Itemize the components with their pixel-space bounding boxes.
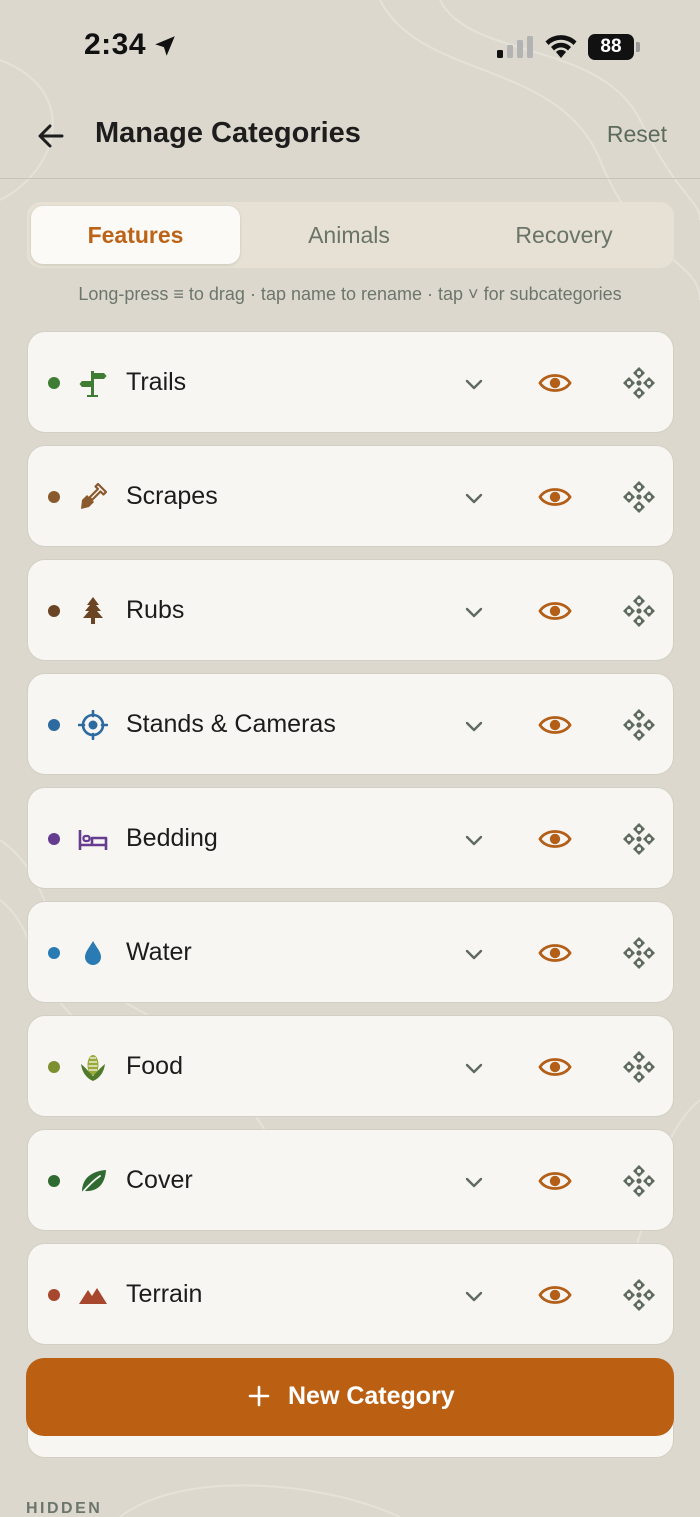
crosshair-icon: [78, 710, 108, 740]
plus-icon: [248, 1385, 270, 1407]
color-dot: [48, 833, 60, 845]
category-name[interactable]: Stands & Cameras: [126, 710, 336, 739]
eye-icon[interactable]: [538, 938, 572, 968]
tab-animals[interactable]: Animals: [244, 206, 454, 264]
page-title: Manage Categories: [95, 117, 361, 149]
status-time: 2:34: [84, 28, 147, 61]
category-name[interactable]: Scrapes: [126, 482, 218, 511]
chevron-down-icon[interactable]: [462, 1284, 486, 1308]
category-name[interactable]: Water: [126, 938, 192, 967]
category-name[interactable]: Cover: [126, 1166, 193, 1195]
new-category-button[interactable]: New Category: [26, 1358, 674, 1436]
category-name[interactable]: Terrain: [126, 1280, 202, 1309]
category-row-rubs[interactable]: Rubs: [27, 559, 674, 661]
eye-icon[interactable]: [538, 824, 572, 854]
drag-handle-icon[interactable]: [622, 366, 656, 400]
category-name[interactable]: Food: [126, 1052, 183, 1081]
mountain-icon: [79, 1288, 107, 1304]
back-arrow-icon[interactable]: [30, 115, 72, 157]
battery-cap: [636, 42, 640, 52]
color-dot: [48, 491, 60, 503]
color-dot: [48, 947, 60, 959]
category-row-bedding[interactable]: Bedding: [27, 787, 674, 889]
category-name[interactable]: Rubs: [126, 596, 184, 625]
drag-handle-icon[interactable]: [622, 1050, 656, 1084]
battery-indicator: 88: [588, 34, 640, 60]
eye-icon[interactable]: [538, 368, 572, 398]
color-dot: [48, 605, 60, 617]
bed-icon: [78, 830, 108, 850]
header: Manage Categories Reset: [0, 95, 700, 179]
drag-handle-icon[interactable]: [622, 936, 656, 970]
chevron-down-icon[interactable]: [462, 714, 486, 738]
tree-icon: [83, 597, 103, 624]
category-row-scrapes[interactable]: Scrapes: [27, 445, 674, 547]
wifi-icon: [545, 35, 577, 58]
category-row-terrain[interactable]: Terrain: [27, 1243, 674, 1345]
drag-handle-icon[interactable]: [622, 1278, 656, 1312]
category-row-water[interactable]: Water: [27, 901, 674, 1003]
eye-icon[interactable]: [538, 710, 572, 740]
eye-icon[interactable]: [538, 1166, 572, 1196]
drag-handle-icon[interactable]: [622, 594, 656, 628]
chevron-down-icon[interactable]: [462, 1170, 486, 1194]
water-drop-icon: [85, 941, 101, 965]
category-row-trails[interactable]: Trails: [27, 331, 674, 433]
corn-icon: [81, 1055, 105, 1081]
segmented-tabs: Features Animals Recovery: [27, 202, 674, 268]
drag-handle-icon[interactable]: [622, 708, 656, 742]
location-arrow-icon: [155, 36, 175, 56]
category-name[interactable]: Bedding: [126, 824, 218, 853]
chevron-down-icon[interactable]: [462, 486, 486, 510]
category-row-cover[interactable]: Cover: [27, 1129, 674, 1231]
instruction-hint: Long-press ≡ to drag · tap name to renam…: [78, 284, 622, 304]
chevron-down-icon[interactable]: [462, 942, 486, 966]
hidden-section-label: HIDDEN: [26, 1500, 103, 1517]
chevron-down-icon[interactable]: [462, 600, 486, 624]
color-dot: [48, 377, 60, 389]
chevron-down-icon[interactable]: [462, 1056, 486, 1080]
drag-handle-icon[interactable]: [622, 1164, 656, 1198]
drag-handle-icon[interactable]: [622, 822, 656, 856]
chevron-down-icon[interactable]: [462, 828, 486, 852]
reset-button[interactable]: Reset: [607, 121, 667, 148]
color-dot: [48, 1175, 60, 1187]
tab-features[interactable]: Features: [31, 206, 240, 264]
new-category-label: New Category: [288, 1382, 455, 1410]
category-row-food[interactable]: Food: [27, 1015, 674, 1117]
eye-icon[interactable]: [538, 1280, 572, 1310]
eye-icon[interactable]: [538, 482, 572, 512]
leaf-icon: [81, 1170, 106, 1194]
eye-icon[interactable]: [538, 1052, 572, 1082]
signpost-icon: [79, 371, 107, 397]
cellular-signal-icon: [497, 36, 533, 58]
drag-handle-icon[interactable]: [622, 480, 656, 514]
chevron-down-icon[interactable]: [462, 372, 486, 396]
category-name[interactable]: Trails: [126, 368, 186, 397]
eye-icon[interactable]: [538, 596, 572, 626]
color-dot: [48, 1061, 60, 1073]
tab-recovery[interactable]: Recovery: [458, 206, 670, 264]
battery-level: 88: [588, 34, 634, 60]
category-row-stands-cameras[interactable]: Stands & Cameras: [27, 673, 674, 775]
color-dot: [48, 1289, 60, 1301]
shovel-icon: [81, 482, 108, 509]
status-bar: 2:34 88: [0, 0, 700, 95]
color-dot: [48, 719, 60, 731]
